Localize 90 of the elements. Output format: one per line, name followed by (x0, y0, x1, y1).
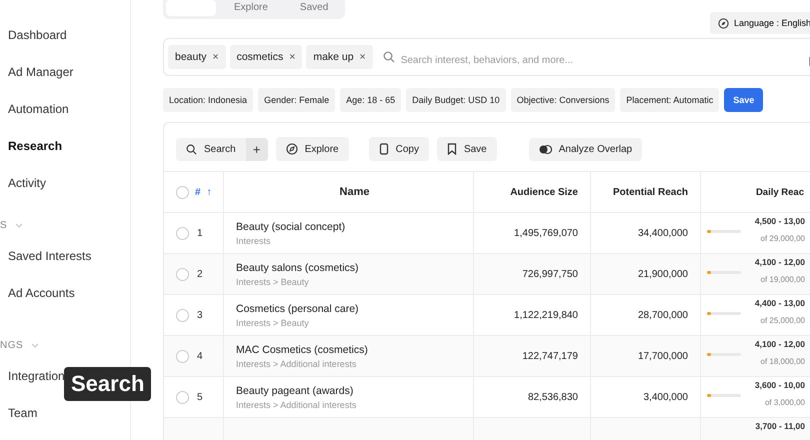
interest-path: Interests (236, 236, 272, 246)
interest-name: Beauty (social concept) (236, 220, 346, 232)
checkbox[interactable] (176, 308, 189, 322)
table-cell: 34,400,000 (638, 228, 688, 238)
reach-range: 4,500 - 13,00 (754, 216, 805, 226)
reach-total: of 29,000,00 (760, 234, 805, 243)
chevron-icon[interactable] (15, 222, 24, 228)
filter-chip[interactable]: Gender: Female (258, 88, 336, 112)
tooltip: Search (64, 367, 152, 401)
compass-icon (286, 143, 298, 155)
toolbar-button[interactable]: Analyze Overlap (528, 138, 642, 160)
checkbox[interactable] (176, 186, 189, 198)
remove-button[interactable]: × (212, 51, 219, 63)
column-header[interactable]: Name (224, 172, 474, 212)
search-icon (186, 144, 197, 154)
reach-total: of 3,000,00 (764, 398, 805, 407)
table-cell: 3,400,000 (644, 392, 688, 402)
tab[interactable]: Explore (220, 0, 282, 16)
interest-name: MAC Cosmetics (cosmetics) (236, 344, 369, 356)
tag-label: make up (313, 51, 354, 63)
row-number: 2 (197, 268, 203, 280)
reach-total: of 18,000,00 (760, 357, 805, 366)
sort-arrow[interactable]: ↑ (206, 186, 212, 198)
filter-chip[interactable]: Objective: Conversions (510, 88, 616, 112)
table-cell: 28,700,000 (638, 310, 688, 320)
toolbar-button[interactable]: Save (436, 137, 497, 161)
interest-name: Beauty salons (cosmetics) (236, 262, 360, 274)
toolbar-button[interactable]: Explore (276, 137, 349, 161)
filter-chip[interactable]: Daily Budget: USD 10 (406, 88, 506, 112)
column-header[interactable]: Audience Size (474, 172, 591, 212)
compass-icon (718, 18, 729, 28)
save-button[interactable]: Save (724, 88, 764, 112)
interest-path: Interests > Additional interests (236, 358, 358, 368)
sidebar-item[interactable]: Saved Interests (0, 247, 130, 284)
reach-range: 4,400 - 13,00 (754, 298, 805, 308)
interest-path: Interests > Beauty (236, 276, 310, 286)
column-header[interactable]: # (195, 186, 201, 198)
table-cell: 1,495,769,070 (514, 228, 578, 238)
table-cell: 17,700,000 (638, 350, 688, 362)
overlap-circles-icon (538, 144, 552, 154)
remove-button[interactable]: × (360, 51, 366, 63)
interest-path: Interests > Additional interests (236, 400, 358, 410)
filter-chip[interactable]: Placement: Automatic (620, 88, 720, 112)
column-header[interactable]: Daily Reac (701, 172, 804, 212)
remove-button[interactable]: × (289, 51, 296, 63)
checkbox[interactable] (176, 390, 189, 404)
chevron-icon[interactable] (31, 342, 40, 348)
reach-total: of 25,000,00 (760, 316, 805, 325)
add-button[interactable]: + (246, 138, 268, 160)
column-header[interactable]: Potential Reach (591, 172, 701, 212)
row-number: 1 (197, 228, 203, 238)
interest-name: Cosmetics (personal care) (236, 302, 360, 314)
checkbox[interactable] (176, 268, 189, 280)
reach-total: of 19,000,00 (760, 275, 805, 284)
reach-range: 4,100 - 12,00 (754, 339, 805, 349)
interest-path: Interests > Beauty (236, 318, 310, 328)
row-number: 4 (197, 350, 203, 362)
checkbox[interactable] (176, 226, 189, 240)
sidebar-item[interactable]: Activity (0, 174, 130, 211)
tag-label: beauty (175, 51, 207, 63)
table-cell: 21,900,000 (638, 268, 688, 280)
search-field[interactable]: Search interest, behaviors, and more... (398, 54, 805, 66)
reach-range: 3,600 - 10,00 (754, 380, 805, 390)
tag-label: cosmetics (236, 51, 284, 63)
sidebar-item[interactable]: Ad Manager (0, 63, 130, 100)
sidebar-item[interactable]: Team (0, 404, 130, 440)
section-title: S (0, 220, 8, 230)
search-icon (382, 51, 395, 63)
tab[interactable]: Saved (286, 0, 342, 16)
sidebar-item[interactable]: Ad Accounts (0, 284, 130, 321)
language-button[interactable]: Language : English (710, 12, 810, 34)
sidebar-item[interactable]: Dashboard (0, 26, 130, 63)
toolbar-button[interactable]: Copy (368, 137, 429, 161)
sidebar-item[interactable]: Automation (0, 100, 130, 137)
row-number: 5 (197, 392, 203, 402)
table-cell: 726,997,750 (522, 268, 578, 280)
checkbox[interactable] (176, 350, 189, 362)
bookmark-icon (446, 143, 457, 155)
table-cell: 122,747,179 (522, 350, 578, 362)
sidebar-item[interactable]: Research (0, 137, 130, 174)
reach-range: 3,700 - 11,00 (755, 421, 805, 431)
reach-range: 4,100 - 12,00 (754, 257, 805, 267)
filter-chip[interactable]: Age: 18 - 65 (340, 88, 402, 112)
filter-chip[interactable]: Location: Indonesia (163, 88, 254, 112)
table-cell: 1,122,219,840 (514, 310, 578, 320)
row-number: 3 (197, 310, 203, 320)
interest-name: Beauty pageant (awards) (236, 384, 354, 396)
copy-icon (378, 143, 389, 155)
table-cell: 82,536,830 (528, 392, 578, 402)
section-title: NGS (0, 340, 24, 350)
